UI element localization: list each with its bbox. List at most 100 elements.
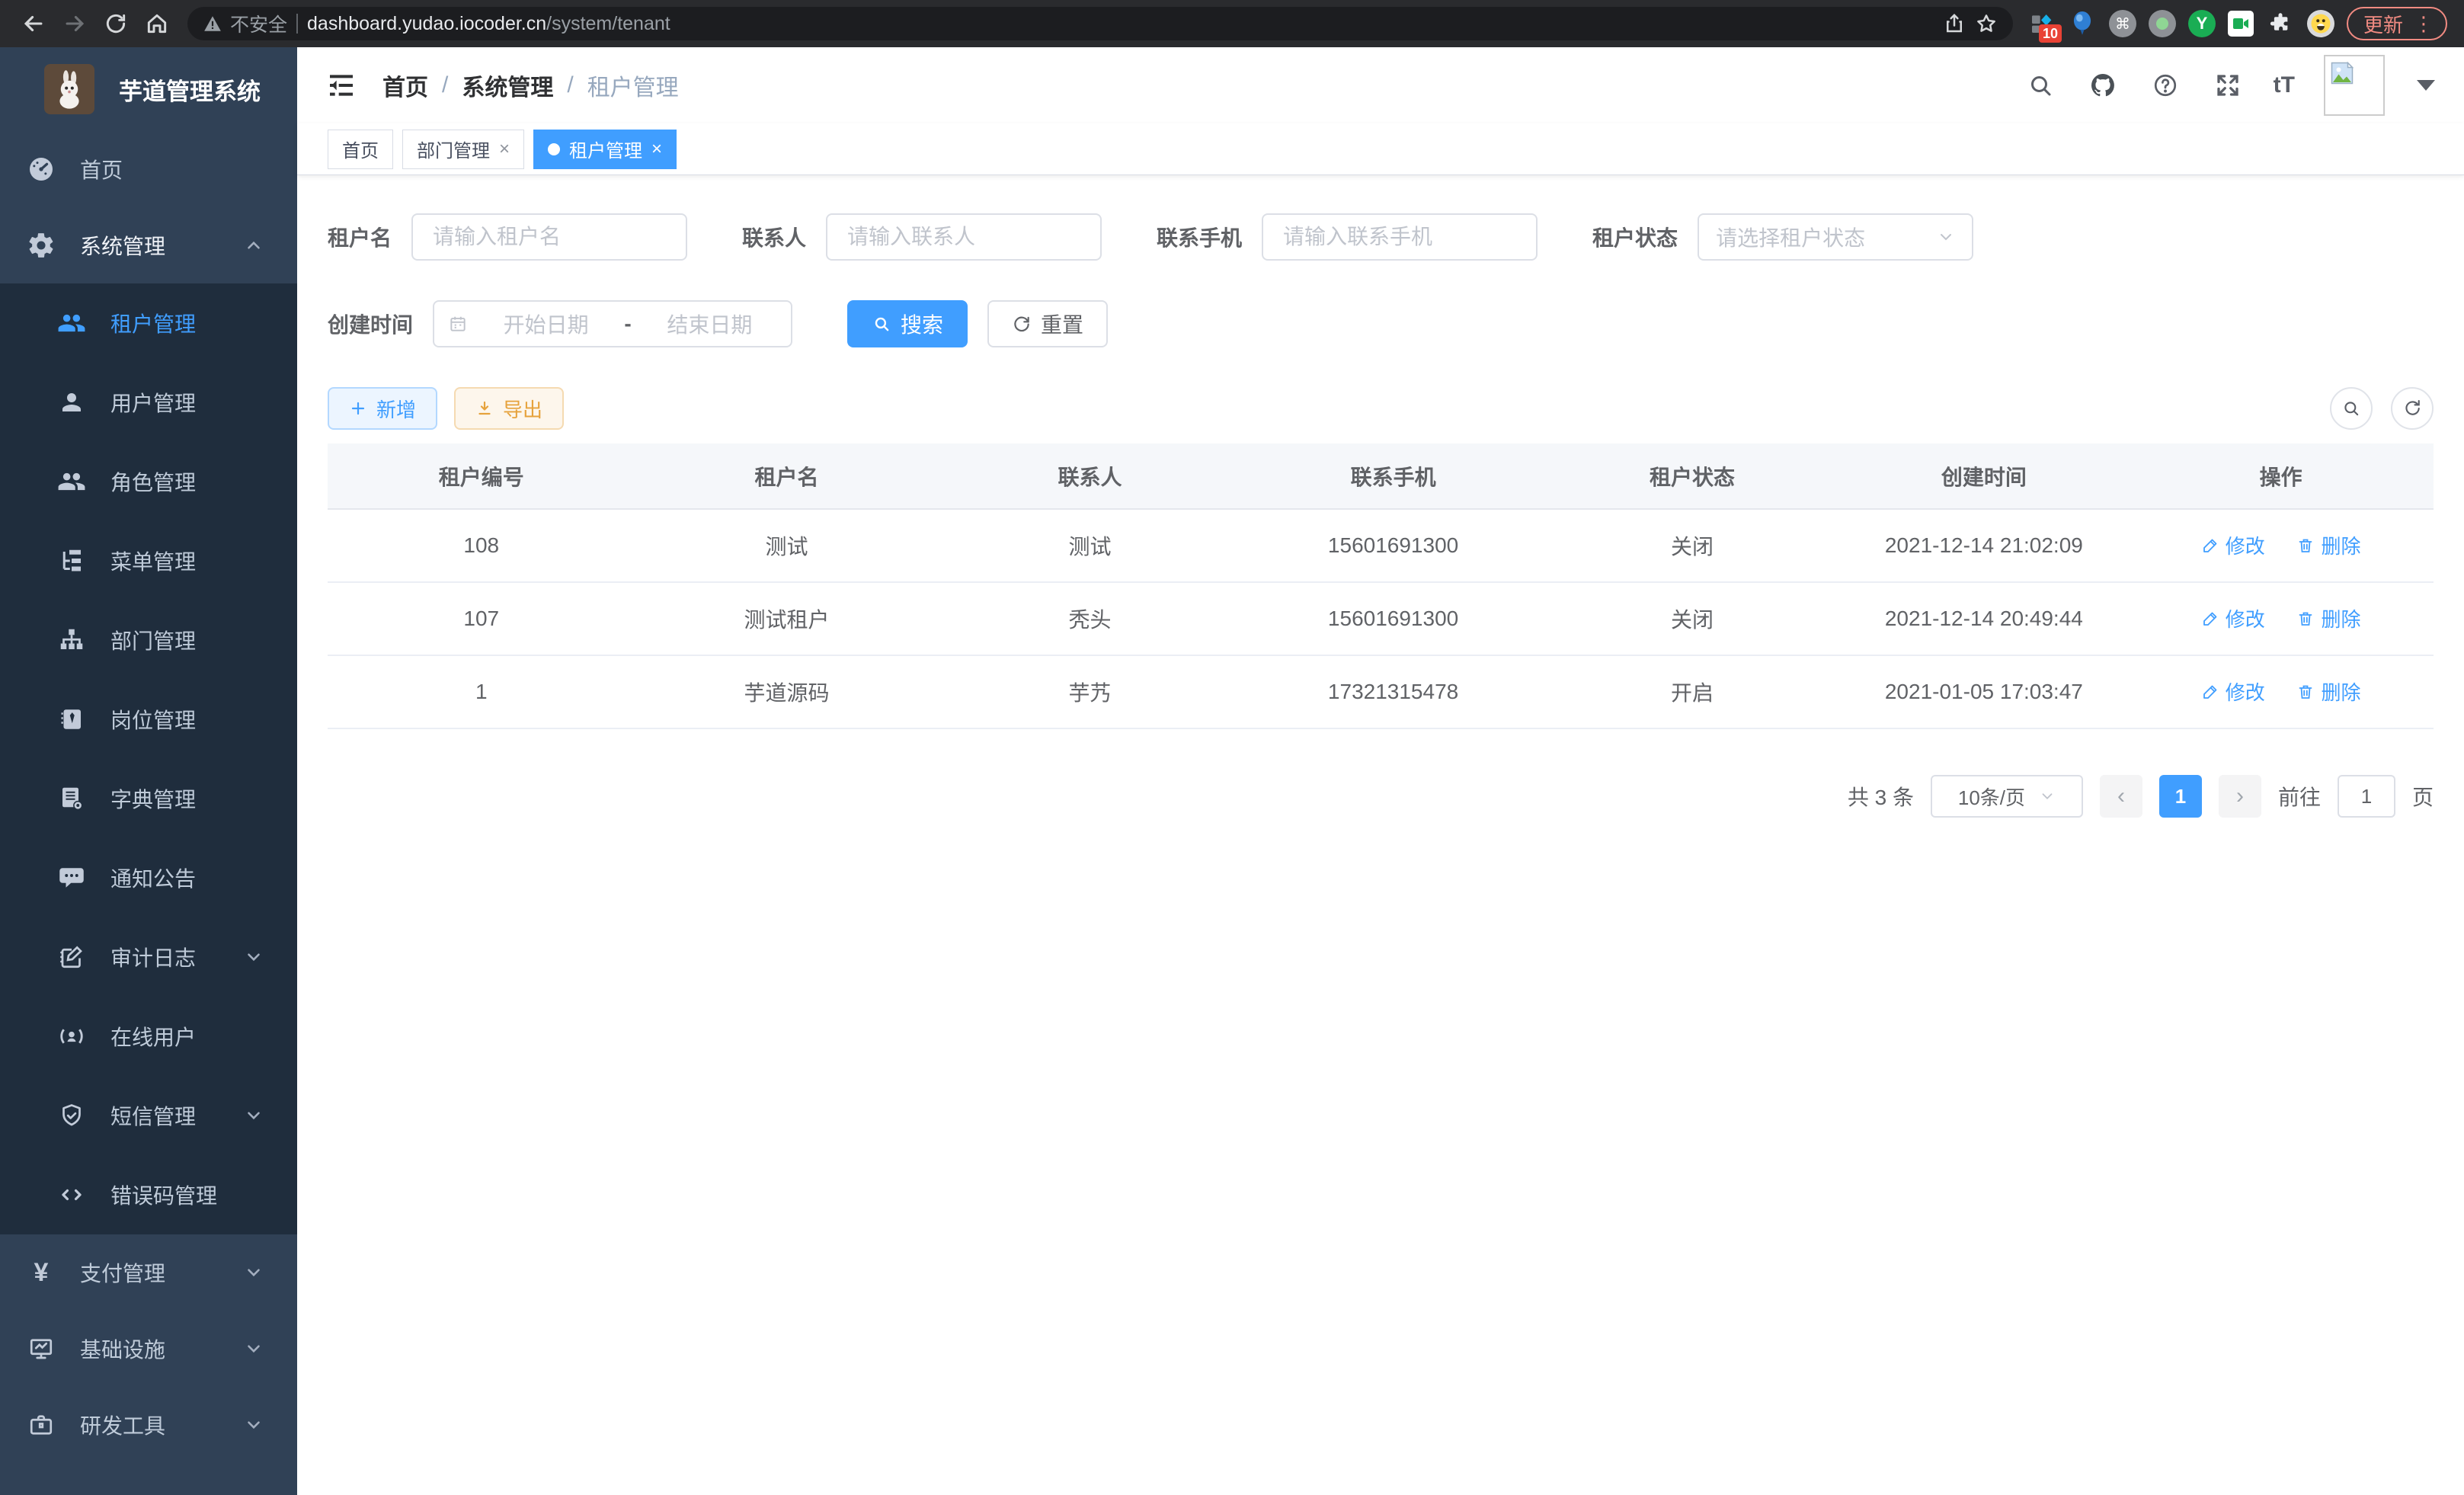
toolbox-icon [25,1409,57,1441]
status-select[interactable]: 请选择租户状态 [1698,213,1973,261]
end-date-placeholder[interactable]: 结束日期 [642,309,777,339]
show-search-toggle-button[interactable] [2330,387,2373,430]
share-icon[interactable] [1943,12,1966,35]
extensions-puzzle-icon[interactable] [2266,9,2295,38]
sidebar-item-post[interactable]: 岗位管理 [0,680,297,759]
message-icon [56,862,88,894]
tab-home[interactable]: 首页 [328,130,393,169]
code-icon [56,1179,88,1211]
page-number-1[interactable]: 1 [2159,775,2202,818]
extension-dot-icon[interactable] [2149,10,2176,37]
tab-tenant[interactable]: 租户管理 × [533,130,677,169]
goto-page-input[interactable] [2338,775,2395,818]
create-time-range-picker[interactable]: 开始日期 - 结束日期 [433,300,792,347]
fullscreen-icon[interactable] [2211,69,2245,102]
monitor-icon [25,1333,57,1365]
extension-balloon-icon[interactable] [2068,9,2097,38]
sidebar-item-sms[interactable]: 短信管理 [0,1076,297,1155]
tab-dept[interactable]: 部门管理 × [402,130,524,169]
sidebar-fold-icon[interactable] [326,70,357,101]
close-icon[interactable]: × [651,139,662,160]
col-created: 创建时间 [1840,443,2129,509]
breadcrumb: 首页 / 系统管理 / 租户管理 [382,69,679,102]
add-button[interactable]: 新增 [328,387,437,430]
cell-tenant-name: 测试租户 [635,582,939,655]
goto-label: 前往 [2278,781,2321,812]
extension-blocks-icon[interactable]: 10 [2027,9,2056,38]
sidebar-item-dict[interactable]: 字典管理 [0,759,297,838]
avatar[interactable] [2324,55,2385,116]
sidebar-item-role[interactable]: 角色管理 [0,442,297,521]
browser-menu-icon[interactable]: ⋮ [2414,12,2434,36]
pagination: 共 3 条 10条/页 ‹ 1 › 前往 页 [328,775,2434,818]
sidebar-item-menu[interactable]: 菜单管理 [0,521,297,600]
org-tree-icon [56,624,88,656]
header-search-icon[interactable] [2024,69,2057,102]
url-text[interactable]: dashboard.yudao.iocoder.cn/system/tenant [307,13,670,35]
col-mobile: 联系手机 [1242,443,1545,509]
page-size-select[interactable]: 10条/页 [1931,775,2083,818]
browser-toolbar: 不安全 dashboard.yudao.iocoder.cn/system/te… [0,0,2464,47]
reload-icon[interactable] [99,7,133,40]
chevron-down-icon[interactable] [2417,80,2435,91]
tenant-name-input[interactable] [411,213,687,261]
chevron-down-icon [244,1415,264,1435]
extension-camera-icon[interactable] [2228,11,2254,37]
security-label[interactable]: 不安全 [230,10,287,37]
chevron-down-icon [244,947,264,967]
export-button[interactable]: 导出 [454,387,564,430]
chevron-down-icon [1937,228,1955,246]
prev-page-button[interactable]: ‹ [2100,775,2142,818]
sidebar-item-system[interactable]: 系统管理 [0,207,297,283]
bookmark-star-icon[interactable] [1975,12,1998,35]
sidebar-item-payment[interactable]: ¥ 支付管理 [0,1234,297,1311]
shield-check-icon [56,1100,88,1132]
close-icon[interactable]: × [499,139,510,160]
search-button[interactable]: 搜索 [847,300,968,347]
edit-button[interactable]: 修改 [2201,531,2265,559]
sidebar-item-user[interactable]: 用户管理 [0,363,297,442]
edit-log-icon [56,941,88,973]
forward-icon[interactable] [58,7,91,40]
back-icon[interactable] [17,7,50,40]
col-tenant-id: 租户编号 [328,443,635,509]
address-bar[interactable]: 不安全 dashboard.yudao.iocoder.cn/system/te… [187,7,2013,40]
sidebar-item-tenant[interactable]: 租户管理 [0,283,297,363]
home-icon[interactable] [140,7,174,40]
breadcrumb-home[interactable]: 首页 [382,69,428,102]
delete-button[interactable]: 删除 [2296,604,2360,632]
font-size-icon[interactable]: tT [2274,72,2295,98]
sidebar-item-notice[interactable]: 通知公告 [0,838,297,917]
refresh-table-button[interactable] [2391,387,2434,430]
reset-button[interactable]: 重置 [987,300,1108,347]
cell-contact: 芋艿 [939,655,1242,728]
mobile-input[interactable] [1262,213,1538,261]
delete-button[interactable]: 删除 [2296,677,2360,706]
sidebar-item-infra[interactable]: 基础设施 [0,1311,297,1387]
sidebar-item-home[interactable]: 首页 [0,131,297,207]
start-date-placeholder[interactable]: 开始日期 [478,309,613,339]
status-label: 租户状态 [1592,222,1678,252]
browser-update-button[interactable]: 更新 ⋮ [2347,7,2447,40]
sidebar-item-dept[interactable]: 部门管理 [0,600,297,680]
sidebar-item-online-user[interactable]: 在线用户 [0,997,297,1076]
help-icon[interactable] [2149,69,2182,102]
extension-command-icon[interactable]: ⌘ [2109,10,2136,37]
sidebar-item-error-code[interactable]: 错误码管理 [0,1155,297,1234]
edit-button[interactable]: 修改 [2201,677,2265,706]
address-separator [296,14,298,34]
yen-icon: ¥ [25,1257,57,1289]
search-icon [2341,398,2362,419]
tenant-table: 租户编号 租户名 联系人 联系手机 租户状态 创建时间 操作 108 测试 测试 [328,443,2434,729]
profile-avatar-icon[interactable] [2307,10,2334,37]
sidebar-item-audit-log[interactable]: 审计日志 [0,917,297,997]
delete-button[interactable]: 删除 [2296,531,2360,559]
edit-button[interactable]: 修改 [2201,604,2265,632]
sidebar-item-dev-tools[interactable]: 研发工具 [0,1387,297,1463]
contact-input[interactable] [826,213,1102,261]
app-logo-row[interactable]: 芋道管理系统 [0,47,297,131]
github-icon[interactable] [2086,69,2120,102]
next-page-button[interactable]: › [2219,775,2261,818]
extension-y-icon[interactable]: Y [2188,10,2216,37]
breadcrumb-system[interactable]: 系统管理 [462,69,553,102]
